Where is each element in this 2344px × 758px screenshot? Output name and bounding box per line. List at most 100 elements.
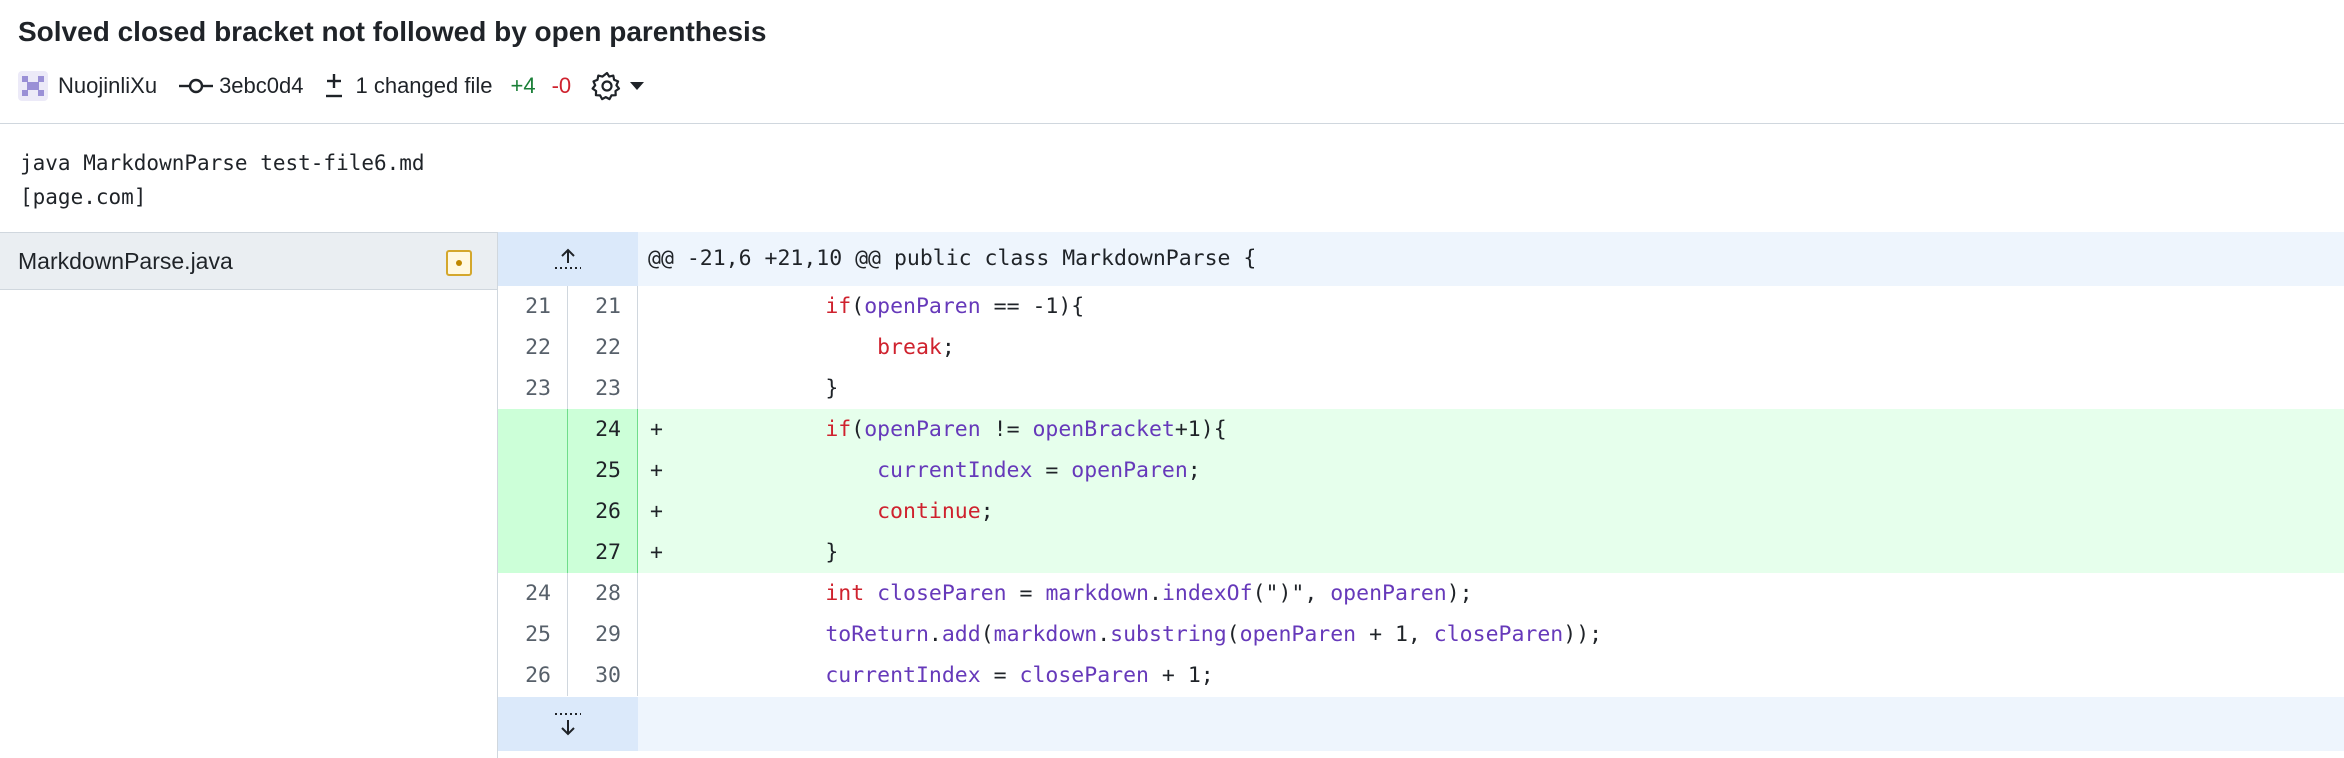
code-line: if(openParen == -1){ [670,286,1084,327]
old-line-number[interactable]: 21 [498,286,568,327]
code-text: )); [1563,622,1603,647]
code-identifier: closeParen [1019,663,1149,688]
file-diff-icon [326,74,343,98]
new-line-number[interactable]: 27 [568,532,638,573]
commit-message-line: java MarkdownParse test-file6.md [20,151,425,175]
header-divider [0,123,2344,124]
expand-down-button[interactable] [498,697,638,751]
code-identifier: openBracket [1032,417,1175,442]
new-line-number[interactable]: 26 [568,491,638,532]
code-text: +1){ [1174,417,1227,442]
old-line-number[interactable] [498,532,568,573]
code-keyword: break [877,335,942,360]
code-line: if(openParen != openBracket+1){ [670,409,1227,450]
diff-settings-button[interactable] [571,70,645,102]
old-line-number[interactable] [498,491,568,532]
diff-line-context: 25 29 toReturn.add(markdown.substring(ope… [498,614,2344,655]
new-line-number[interactable]: 29 [568,614,638,655]
expand-up-icon [555,248,581,269]
code-text: = [1032,458,1072,483]
diff-line-added: 25 + currentIndex = openParen; [498,450,2344,491]
author-link[interactable]: NuojinliXu [18,71,157,101]
old-line-number[interactable]: 26 [498,655,568,696]
code-identifier: indexOf [1161,581,1253,606]
old-line-number[interactable]: 22 [498,327,568,368]
code-identifier: openParen [864,417,981,442]
diff-line-context: 24 28 int closeParen = markdown.indexOf("… [498,573,2344,614]
diff-line-added: 24 + if(openParen != openBracket+1){ [498,409,2344,450]
git-commit-icon [179,78,214,94]
commit-meta: NuojinliXu 3ebc0d4 1 changed file +4 -0 [18,66,645,106]
expand-down-icon [555,713,581,736]
code-line: } [670,368,838,409]
code-line: currentIndex = openParen; [670,450,1201,491]
code-text: . [1097,622,1111,647]
code-text: = [980,663,1020,688]
code-text: + 1, [1356,622,1434,647]
diff-view: @@ -21,6 +21,10 @@ public class Markdown… [497,232,2344,758]
new-line-number[interactable]: 22 [568,327,638,368]
code-text: ( [1226,622,1240,647]
code-identifier: substring [1110,622,1227,647]
diff-line-context: 22 22 break; [498,327,2344,368]
old-line-number[interactable]: 24 [498,573,568,614]
commit-title: Solved closed bracket not followed by op… [18,16,767,47]
additions-count: +4 [510,73,536,98]
code-identifier: closeParen [877,581,1007,606]
code-text: (")", [1252,581,1331,606]
changed-files-count: 1 changed file [355,73,493,98]
code-identifier: closeParen [1433,622,1564,647]
new-line-number[interactable]: 24 [568,409,638,450]
new-line-number[interactable]: 23 [568,368,638,409]
code-identifier: openParen [1239,622,1357,647]
commit-sha-link[interactable]: 3ebc0d4 [157,73,303,99]
old-line-number[interactable] [498,409,568,450]
new-line-number[interactable]: 21 [568,286,638,327]
code-keyword: if [825,294,852,319]
file-modified-icon [446,250,472,276]
code-line: break; [670,327,955,368]
file-tree-item[interactable]: MarkdownParse.java [0,232,497,290]
gear-icon [591,71,621,101]
code-identifier: markdown [1045,581,1149,606]
diff-line-added: 26 + continue; [498,491,2344,532]
code-text: != [980,417,1033,442]
code-text: = [1006,581,1046,606]
new-line-number[interactable]: 30 [568,655,638,696]
expand-up-button[interactable] [498,232,638,286]
new-line-number[interactable]: 28 [568,573,638,614]
code-identifier: currentIndex [877,458,1033,483]
file-tree: MarkdownParse.java [0,232,497,758]
diff-sign: + [650,499,663,524]
code-identifier: currentIndex [825,663,981,688]
diff-line-added: 27 + } [498,532,2344,573]
file-name: MarkdownParse.java [18,247,233,274]
code-line: continue; [670,491,994,532]
diff-sign: + [650,540,663,565]
old-line-number[interactable]: 25 [498,614,568,655]
code-line: } [670,532,838,573]
changed-files-summary: 1 changed file [303,71,492,101]
old-line-number[interactable] [498,450,568,491]
code-text: ( [851,417,865,442]
new-line-number[interactable]: 25 [568,450,638,491]
old-line-number[interactable]: 23 [498,368,568,409]
code-keyword: int [825,581,865,606]
hunk-header-text: @@ -21,6 +21,10 @@ public class Markdown… [648,246,1257,271]
code-text: ( [980,622,994,647]
code-text: == -1){ [980,294,1085,319]
diff-sign: + [650,458,663,483]
diff-line-context: 23 23 } [498,368,2344,409]
code-text: } [670,376,839,401]
code-text: . [928,622,942,647]
commit-message-line: [page.com] [20,185,147,209]
code-keyword: if [825,417,852,442]
code-identifier: openParen [864,294,981,319]
code-identifier: markdown [993,622,1098,647]
